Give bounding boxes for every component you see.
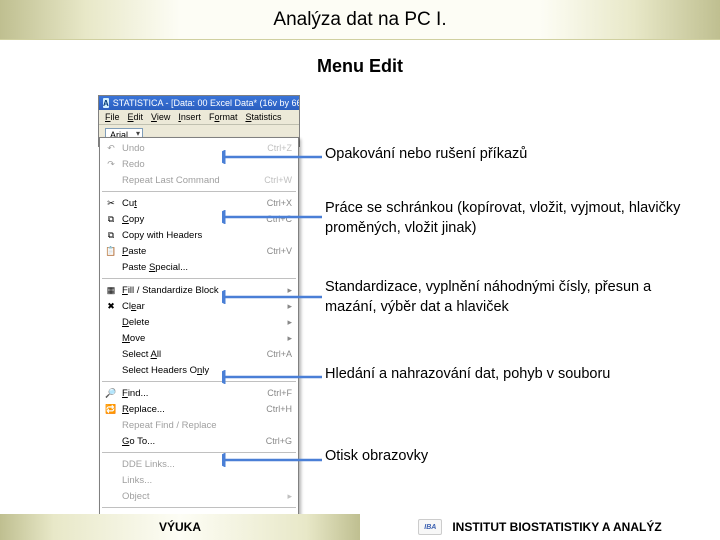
annotation-undo-redo: Opakování nebo rušení příkazů: [325, 145, 704, 165]
redo-icon: ↷: [104, 158, 118, 170]
menu-item-goto[interactable]: Go To... Ctrl+G: [100, 433, 298, 449]
menu-statistics[interactable]: Statistics: [245, 112, 281, 122]
menu-insert[interactable]: Insert: [178, 112, 201, 122]
scissors-icon: ✂: [104, 197, 118, 209]
menu-item-replace[interactable]: 🔁 Replace... Ctrl+H: [100, 401, 298, 417]
clear-icon: ✖: [104, 300, 118, 312]
menu-view[interactable]: View: [151, 112, 170, 122]
blank-icon: [104, 261, 118, 273]
menu-item-copy-headers[interactable]: ⧉ Copy with Headers: [100, 227, 298, 243]
menu-file[interactable]: File: [105, 112, 120, 122]
content-area: A STATISTICA - [Data: 00 Excel Data* (16…: [0, 95, 720, 515]
blank-icon: [104, 348, 118, 360]
menu-edit[interactable]: Edit: [128, 112, 144, 122]
blank-icon: [104, 316, 118, 328]
annotation-standardize: Standardizace, vyplnění náhodnými čísly,…: [325, 278, 704, 317]
menu-item-repeat-last[interactable]: Repeat Last Command Ctrl+W: [100, 172, 298, 188]
menu-item-cut[interactable]: ✂ Cut Ctrl+X: [100, 195, 298, 211]
menu-format[interactable]: Format: [209, 112, 238, 122]
menu-item-links[interactable]: Links...: [100, 472, 298, 488]
arrow-icon: [222, 370, 322, 384]
arrow-icon: [222, 290, 322, 304]
blank-icon: [104, 174, 118, 186]
menu-item-repeat-find[interactable]: Repeat Find / Replace: [100, 417, 298, 433]
paste-icon: 📋: [104, 245, 118, 257]
menu-item-paste-special[interactable]: Paste Special...: [100, 259, 298, 275]
footer-left: VÝUKA: [0, 514, 360, 540]
arrow-icon: [222, 453, 322, 467]
find-icon: 🔎: [104, 387, 118, 399]
blank-icon: [104, 419, 118, 431]
annotation-find: Hledání a nahrazování dat, pohyb v soubo…: [325, 365, 704, 385]
undo-icon: ↶: [104, 142, 118, 154]
edit-menu-dropdown: ↶ Undo Ctrl+Z ↷ Redo Repeat Last Command…: [99, 137, 299, 530]
blank-icon: [104, 364, 118, 376]
slide-subtitle: Menu Edit: [0, 56, 720, 77]
annotation-screen-catcher: Otisk obrazovky: [325, 447, 704, 467]
blank-icon: [104, 474, 118, 486]
menu-item-find[interactable]: 🔎 Find... Ctrl+F: [100, 385, 298, 401]
menu-separator: [102, 278, 296, 279]
arrow-icon: [222, 210, 322, 224]
slide-title: Analýza dat na PC I.: [273, 9, 446, 31]
app-titlebar: A STATISTICA - [Data: 00 Excel Data* (16…: [99, 96, 299, 110]
menu-item-move[interactable]: Move ▸: [100, 330, 298, 346]
app-icon: A: [103, 98, 109, 108]
fill-icon: ▦: [104, 284, 118, 296]
copy-icon: ⧉: [104, 213, 118, 225]
menu-item-select-all[interactable]: Select All Ctrl+A: [100, 346, 298, 362]
menu-item-delete[interactable]: Delete ▸: [100, 314, 298, 330]
menu-separator: [102, 191, 296, 192]
blank-icon: [104, 435, 118, 447]
app-title-text: STATISTICA - [Data: 00 Excel Data* (16v …: [113, 98, 299, 108]
footer: VÝUKA IBA INSTITUT BIOSTATISTIKY A ANALÝ…: [0, 514, 720, 540]
menu-item-object[interactable]: Object ▸: [100, 488, 298, 504]
menu-separator: [102, 507, 296, 508]
copy-headers-icon: ⧉: [104, 229, 118, 241]
arrow-icon: [222, 150, 322, 164]
blank-icon: [104, 458, 118, 470]
replace-icon: 🔁: [104, 403, 118, 415]
menu-item-paste[interactable]: 📋 Paste Ctrl+V: [100, 243, 298, 259]
annotation-clipboard: Práce se schránkou (kopírovat, vložit, v…: [325, 199, 704, 238]
footer-right-text: INSTITUT BIOSTATISTIKY A ANALÝZ: [452, 520, 661, 534]
app-menubar: File Edit View Insert Format Statistics: [99, 110, 299, 125]
logo-iba: IBA: [418, 519, 442, 535]
blank-icon: [104, 332, 118, 344]
blank-icon: [104, 490, 118, 502]
footer-right: IBA INSTITUT BIOSTATISTIKY A ANALÝZ: [360, 514, 720, 540]
slide-title-bar: Analýza dat na PC I.: [0, 0, 720, 40]
